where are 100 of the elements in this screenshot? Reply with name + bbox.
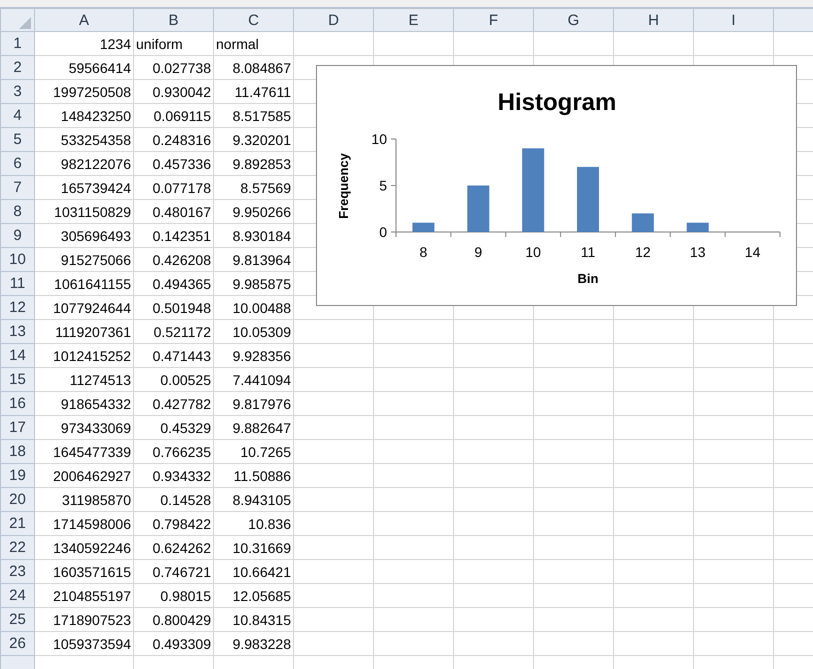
table-cell: 0.077178	[134, 176, 214, 200]
table-cell: 9.813964	[214, 248, 294, 272]
row-header[interactable]: 8	[0, 200, 34, 224]
table-cell: 0.14528	[134, 488, 214, 512]
table-cell: 8.930184	[214, 224, 294, 248]
table-cell: 0.930042	[134, 80, 214, 104]
table-cell: 0.248316	[134, 128, 214, 152]
column-header[interactable]: B	[134, 8, 214, 32]
table-cell: 10.84315	[214, 608, 294, 632]
row-header[interactable]: 7	[0, 176, 34, 200]
row-header[interactable]: 25	[0, 608, 34, 632]
row-header[interactable]: 1	[0, 32, 34, 56]
table-cell: 1077924644	[34, 296, 134, 320]
x-tick-label: 9	[474, 244, 482, 260]
row-header[interactable]: 16	[0, 392, 34, 416]
table-cell: 11274513	[34, 368, 134, 392]
table-cell: 148423250	[34, 104, 134, 128]
table-cell: 7.441094	[214, 368, 294, 392]
table-cell: 2104855197	[34, 584, 134, 608]
histogram-bar	[412, 222, 434, 232]
column-header[interactable]: E	[374, 8, 454, 32]
row-header[interactable]: 4	[0, 104, 34, 128]
row-header[interactable]: 11	[0, 272, 34, 296]
row-header[interactable]: 12	[0, 296, 34, 320]
table-cell: 10.7265	[214, 440, 294, 464]
y-tick-label: 5	[379, 178, 387, 194]
chart-area[interactable]: Histogram 0 5 10 8 9 10 11 12 13 14 Bin Frequency	[316, 65, 797, 306]
histogram-bar	[467, 186, 490, 232]
table-cell: 533254358	[34, 128, 134, 152]
chart-title: Histogram	[498, 89, 616, 116]
table-cell: 9.928356	[214, 344, 294, 368]
table-cell: normal	[214, 32, 294, 56]
table-cell: 0.493309	[134, 632, 214, 656]
table-cell: 12.05685	[214, 584, 294, 608]
table-cell: 1714598006	[34, 512, 134, 536]
row-header[interactable]: 23	[0, 560, 34, 584]
column-header[interactable]: A	[34, 8, 134, 32]
table-cell: 0.427782	[134, 392, 214, 416]
table-cell: 0.766235	[134, 440, 214, 464]
x-tick-label: 10	[525, 244, 541, 260]
table-cell: 1603571615	[34, 560, 134, 584]
table-cell: 1012415252	[34, 344, 134, 368]
row-header[interactable]: 17	[0, 416, 34, 440]
table-cell: 0.457336	[134, 152, 214, 176]
table-cell: 0.624262	[134, 536, 214, 560]
table-cell: 973433069	[34, 416, 134, 440]
row-header[interactable]: 19	[0, 464, 34, 488]
table-cell: 0.480167	[134, 200, 214, 224]
row-header[interactable]: 22	[0, 536, 34, 560]
table-cell: 1340592246	[34, 536, 134, 560]
histogram-bar	[632, 213, 654, 232]
table-cell: 10.836	[214, 512, 294, 536]
row-header[interactable]: 10	[0, 248, 34, 272]
table-cell: 982122076	[34, 152, 134, 176]
row-header[interactable]: 6	[0, 152, 34, 176]
column-header[interactable]: F	[454, 8, 534, 32]
table-cell: 0.746721	[134, 560, 214, 584]
table-cell: 1061641155	[34, 272, 134, 296]
row-header[interactable]: 21	[0, 512, 34, 536]
table-cell: 9.983228	[214, 632, 294, 656]
select-all-icon[interactable]	[19, 17, 31, 29]
x-tick-label: 8	[420, 244, 428, 260]
table-cell: 2006462927	[34, 464, 134, 488]
table-cell: 59566414	[34, 56, 134, 80]
table-cell: 0.798422	[134, 512, 214, 536]
row-header[interactable]: 24	[0, 584, 34, 608]
x-tick-label: 14	[744, 244, 760, 260]
table-cell: 10.31669	[214, 536, 294, 560]
table-cell: 0.501948	[134, 296, 214, 320]
column-header[interactable]: G	[534, 8, 614, 32]
row-header[interactable]: 9	[0, 224, 34, 248]
table-cell: 9.950266	[214, 200, 294, 224]
row-header[interactable]: 2	[0, 56, 34, 80]
x-tick-label: 11	[580, 244, 596, 260]
table-cell: 10.66421	[214, 560, 294, 584]
row-header[interactable]: 18	[0, 440, 34, 464]
column-header[interactable]: I	[694, 8, 774, 32]
row-header[interactable]: 3	[0, 80, 34, 104]
x-tick-label: 12	[635, 244, 651, 260]
row-header[interactable]: 5	[0, 128, 34, 152]
row-header[interactable]: 20	[0, 488, 34, 512]
histogram-bar	[686, 222, 709, 232]
column-header[interactable]: D	[294, 8, 374, 32]
column-header[interactable]: C	[214, 8, 294, 32]
table-cell: 165739424	[34, 176, 134, 200]
row-header[interactable]: 14	[0, 344, 34, 368]
table-cell: 9.985875	[214, 272, 294, 296]
table-cell: 0.98015	[134, 584, 214, 608]
column-header[interactable]: H	[614, 8, 694, 32]
row-header[interactable]: 15	[0, 368, 34, 392]
table-cell: 11.50886	[214, 464, 294, 488]
row-header[interactable]: 26	[0, 632, 34, 656]
table-cell: 8.57569	[214, 176, 294, 200]
table-cell: 0.800429	[134, 608, 214, 632]
y-axis-title: Frequency	[336, 153, 351, 219]
table-cell: 10.00488	[214, 296, 294, 320]
table-cell: 1059373594	[34, 632, 134, 656]
table-cell: 1997250508	[34, 80, 134, 104]
table-cell: 0.934332	[134, 464, 214, 488]
row-header[interactable]: 13	[0, 320, 34, 344]
